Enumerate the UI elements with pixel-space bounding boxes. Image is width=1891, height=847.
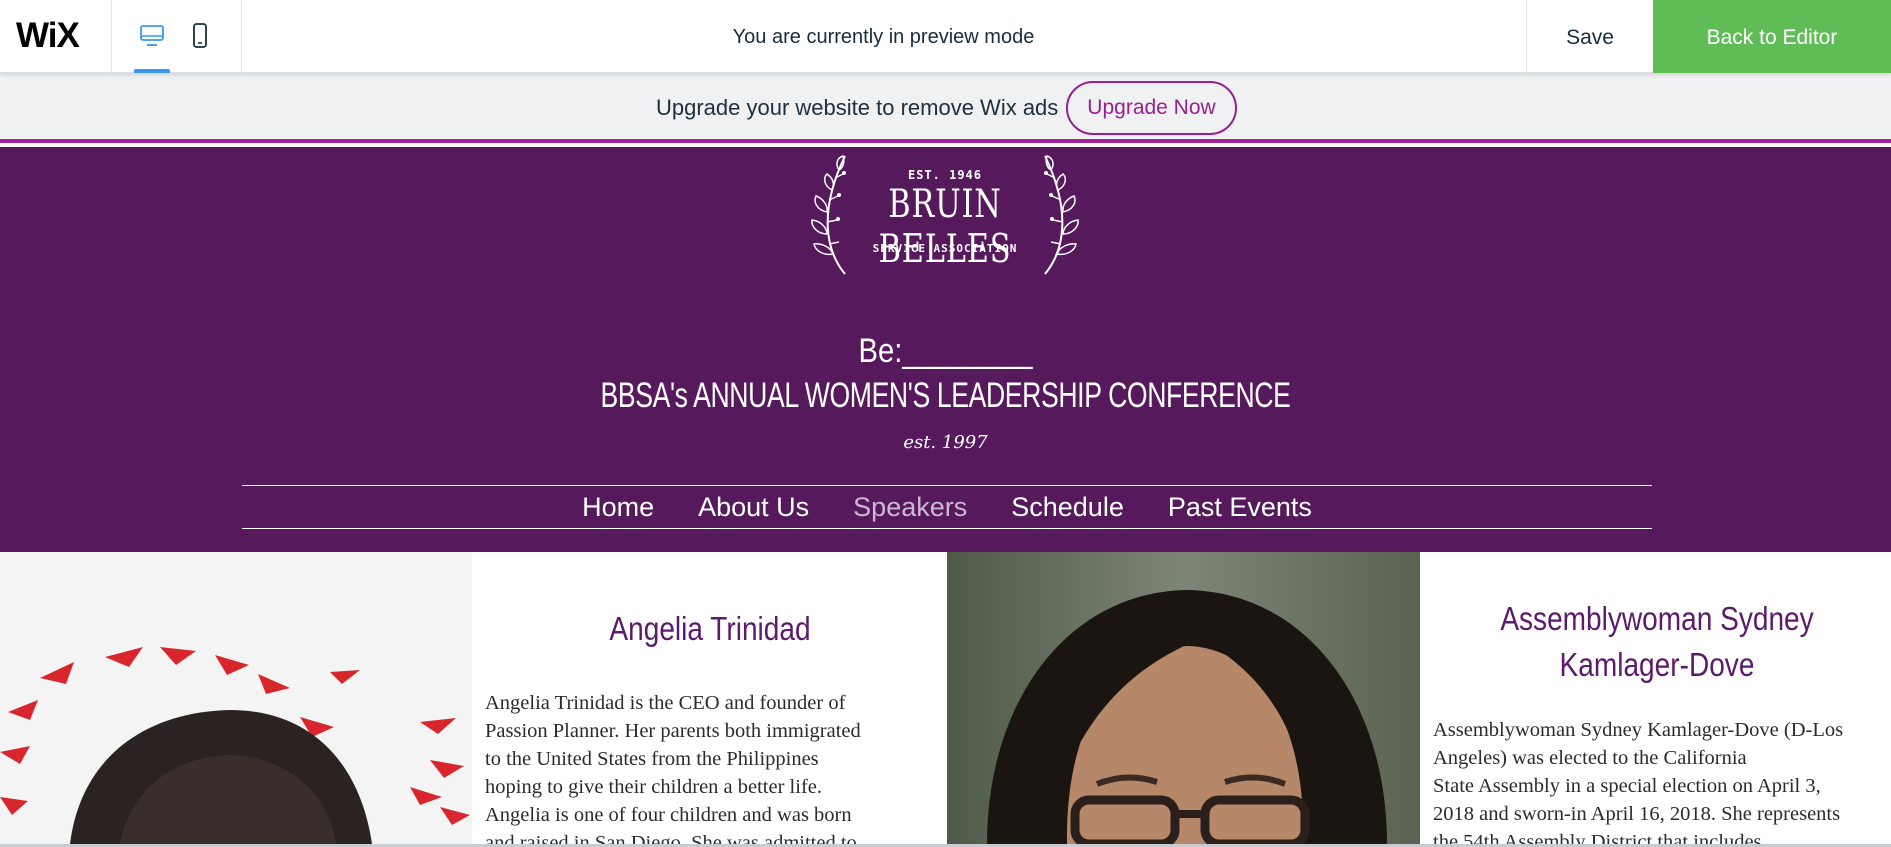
wix-preview-bar: WiX You are currently in preview mode Sa…	[0, 0, 1891, 73]
divider	[111, 0, 112, 73]
mobile-view-button[interactable]	[182, 18, 218, 54]
speaker-photo-angelia	[0, 552, 472, 844]
upgrade-now-button[interactable]: Upgrade Now	[1066, 81, 1237, 135]
bio-line: Passion Planner. Her parents both immigr…	[485, 720, 861, 742]
logo-name-text: BRUIN BELLES	[878, 182, 1012, 272]
main-nav: Home About Us Speakers Schedule Past Eve…	[242, 486, 1652, 528]
nav-schedule[interactable]: Schedule	[1011, 492, 1124, 523]
back-to-editor-button[interactable]: Back to Editor	[1653, 0, 1891, 73]
speakers-section: Angelia Trinidad Angelia Trinidad is the…	[0, 552, 1891, 844]
bio-line: State Assembly in a special election on …	[1433, 775, 1821, 797]
save-button[interactable]: Save	[1527, 0, 1653, 73]
desktop-monitor-icon	[140, 25, 164, 46]
nav-about-us[interactable]: About Us	[698, 492, 809, 523]
speaker-photo-sydney	[947, 552, 1420, 844]
bio-line: Assemblywoman Sydney Kamlager-Dove (D-Lo…	[1433, 719, 1844, 741]
bio-line: Angelia is one of four children and was …	[485, 804, 852, 826]
site-logo[interactable]: EST. 1946 BRUIN BELLES SERVICE ASSOCIATI…	[800, 147, 1090, 277]
speaker-name-line: Kamlager-Dove	[1559, 646, 1755, 683]
site-header: EST. 1946 BRUIN BELLES SERVICE ASSOCIATI…	[0, 147, 1891, 552]
nav-speakers[interactable]: Speakers	[853, 492, 967, 523]
speaker-bio-angelia: Angelia Trinidad is the CEO and founder …	[485, 689, 945, 844]
mobile-phone-icon	[193, 23, 207, 48]
bio-line: Angelia Trinidad is the CEO and founder …	[485, 692, 846, 714]
upgrade-text: Upgrade your website to remove Wix ads	[656, 95, 1059, 120]
upgrade-banner: Upgrade your website to remove Wix ads U…	[0, 73, 1891, 143]
nav-home[interactable]: Home	[582, 492, 654, 523]
active-device-indicator	[134, 69, 170, 73]
preview-status-text: You are currently in preview mode	[732, 26, 1035, 48]
speaker-name-sydney: Assemblywoman Sydney Kamlager-Dove	[1456, 596, 1859, 688]
bio-line: the 54th Assembly District that includes	[1433, 831, 1762, 844]
bio-line: hoping to give their children a better l…	[485, 776, 822, 798]
bio-line: 2018 and sworn-in April 16, 2018. She re…	[1433, 803, 1841, 825]
nav-bottom-line	[242, 528, 1652, 529]
tagline: Be:________	[858, 332, 1033, 370]
bio-line: Angeles) was elected to the California	[1433, 747, 1747, 769]
laurel-right-icon	[1044, 155, 1079, 275]
speaker-name-angelia: Angelia Trinidad	[609, 610, 811, 647]
speaker-bio-sydney: Assemblywoman Sydney Kamlager-Dove (D-Lo…	[1433, 716, 1891, 844]
wix-logo: WiX	[16, 16, 80, 55]
nav-past-events[interactable]: Past Events	[1168, 492, 1312, 523]
est-year: est. 1997	[903, 432, 988, 453]
conference-title: BBSA's ANNUAL WOMEN'S LEADERSHIP CONFERE…	[600, 376, 1291, 415]
bio-line: to the United States from the Philippine…	[485, 748, 819, 770]
speaker-name-line: Assemblywoman Sydney	[1500, 600, 1814, 637]
desktop-view-button[interactable]	[134, 18, 170, 54]
bio-line: and raised in San Diego. She was admitte…	[485, 832, 857, 844]
